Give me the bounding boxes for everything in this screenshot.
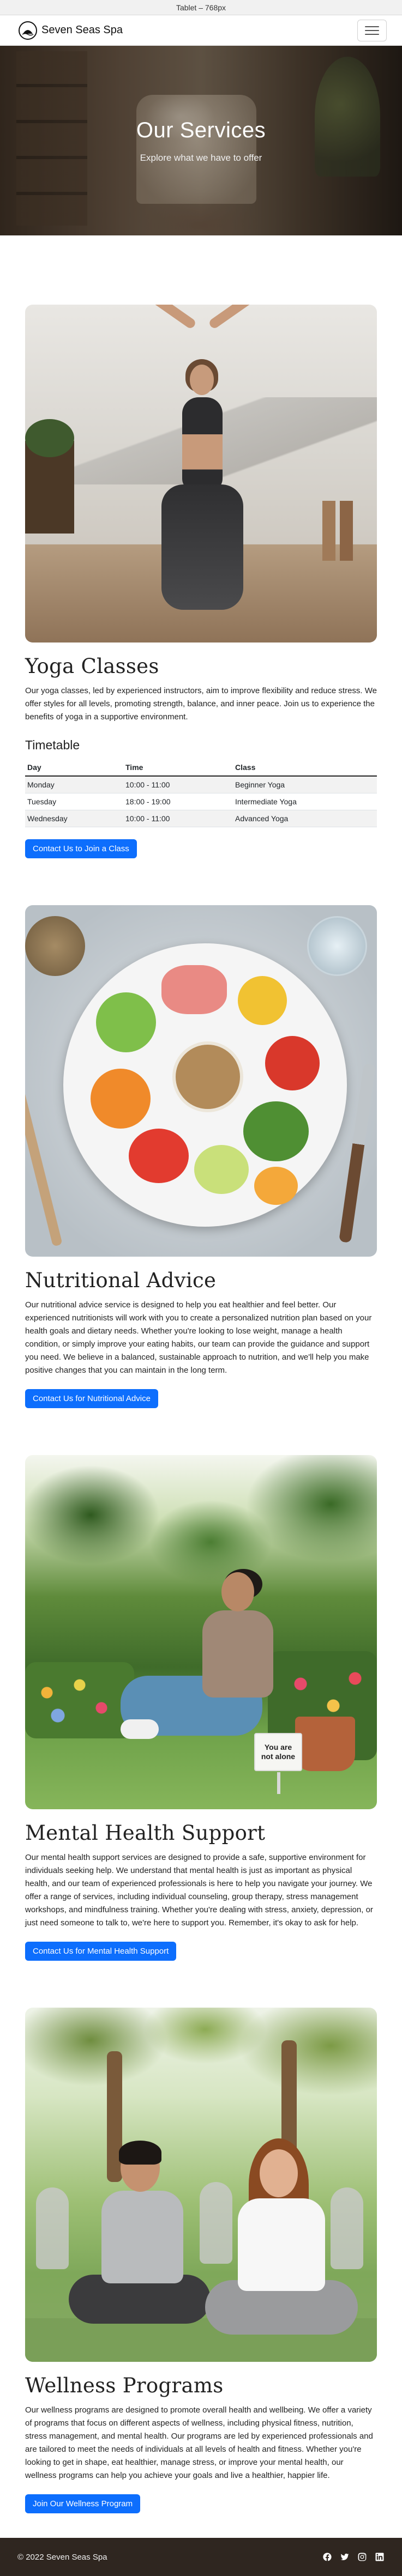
table-row: Tuesday 18:00 - 19:00 Intermediate Yoga — [25, 793, 377, 810]
yoga-description: Our yoga classes, led by experienced ins… — [25, 686, 377, 722]
mental-health-image: You are not alone — [25, 1455, 377, 1809]
join-class-button[interactable]: Contact Us to Join a Class — [25, 839, 137, 858]
hamburger-icon[interactable] — [357, 19, 387, 41]
cell-day: Monday — [25, 776, 123, 793]
facebook-icon[interactable] — [322, 2552, 332, 2562]
you-are-not-alone-sign: You are not alone — [254, 1733, 302, 1794]
wellness-title: Wellness Programs — [25, 2374, 224, 2397]
device-size-bar: Tablet – 768px — [0, 0, 402, 15]
hero-title: Our Services — [136, 118, 266, 142]
nutrition-section: Nutritional Advice Our nutritional advic… — [0, 905, 402, 1408]
cell-class: Advanced Yoga — [233, 810, 377, 827]
column-header-time: Time — [123, 759, 233, 777]
cell-time: 18:00 - 19:00 — [123, 793, 233, 810]
footer-copyright: © 2022 Seven Seas Spa — [17, 2552, 107, 2562]
timetable: Day Time Class Monday 10:00 - 11:00 Begi… — [25, 759, 377, 827]
nutrition-description: Our nutritional advice service is design… — [25, 1300, 372, 1375]
wellness-section: Wellness Programs Our wellness programs … — [0, 2008, 402, 2513]
wellness-description: Our wellness programs are designed to pr… — [25, 2405, 373, 2480]
mental-health-support-button[interactable]: Contact Us for Mental Health Support — [25, 1942, 177, 1961]
linkedin-icon[interactable] — [375, 2552, 385, 2562]
instagram-icon[interactable] — [357, 2552, 367, 2562]
yoga-image — [25, 305, 377, 643]
timetable-header-row: Day Time Class — [25, 759, 377, 777]
table-row: Wednesday 10:00 - 11:00 Advanced Yoga — [25, 810, 377, 827]
nutrition-image — [25, 905, 377, 1257]
mental-health-description: Our mental health support services are d… — [25, 1853, 373, 1928]
yoga-section: Yoga Classes Our yoga classes, led by ex… — [0, 305, 402, 858]
hero-subtitle: Explore what we have to offer — [140, 152, 262, 163]
twitter-icon[interactable] — [340, 2552, 350, 2562]
nutritional-advice-button[interactable]: Contact Us for Nutritional Advice — [25, 1389, 158, 1408]
nutrition-title: Nutritional Advice — [25, 1269, 217, 1292]
cell-day: Wednesday — [25, 810, 123, 827]
column-header-class: Class — [233, 759, 377, 777]
yoga-title: Yoga Classes — [25, 654, 159, 678]
table-row: Monday 10:00 - 11:00 Beginner Yoga — [25, 776, 377, 793]
column-header-day: Day — [25, 759, 123, 777]
join-wellness-program-button[interactable]: Join Our Wellness Program — [25, 2494, 141, 2513]
brand-name: Seven Seas Spa — [41, 24, 123, 36]
sign-line-2: not alone — [261, 1752, 296, 1761]
device-size-label: Tablet – 768px — [176, 3, 226, 12]
brand[interactable]: Seven Seas Spa — [19, 21, 123, 40]
wellness-image — [25, 2008, 377, 2362]
cell-class: Intermediate Yoga — [233, 793, 377, 810]
cell-time: 10:00 - 11:00 — [123, 776, 233, 793]
brand-logo-icon — [19, 21, 37, 40]
mental-health-title: Mental Health Support — [25, 1821, 266, 1845]
mental-health-section: You are not alone Mental Health Support … — [0, 1455, 402, 1961]
cell-time: 10:00 - 11:00 — [123, 810, 233, 827]
cell-class: Beginner Yoga — [233, 776, 377, 793]
cell-day: Tuesday — [25, 793, 123, 810]
footer: © 2022 Seven Seas Spa — [0, 2538, 402, 2576]
navbar: Seven Seas Spa — [0, 15, 402, 46]
hero-banner: Our Services Explore what we have to off… — [0, 46, 402, 235]
sign-line-1: You are — [264, 1743, 292, 1751]
timetable-title: Timetable — [25, 738, 80, 752]
social-links — [322, 2552, 385, 2562]
